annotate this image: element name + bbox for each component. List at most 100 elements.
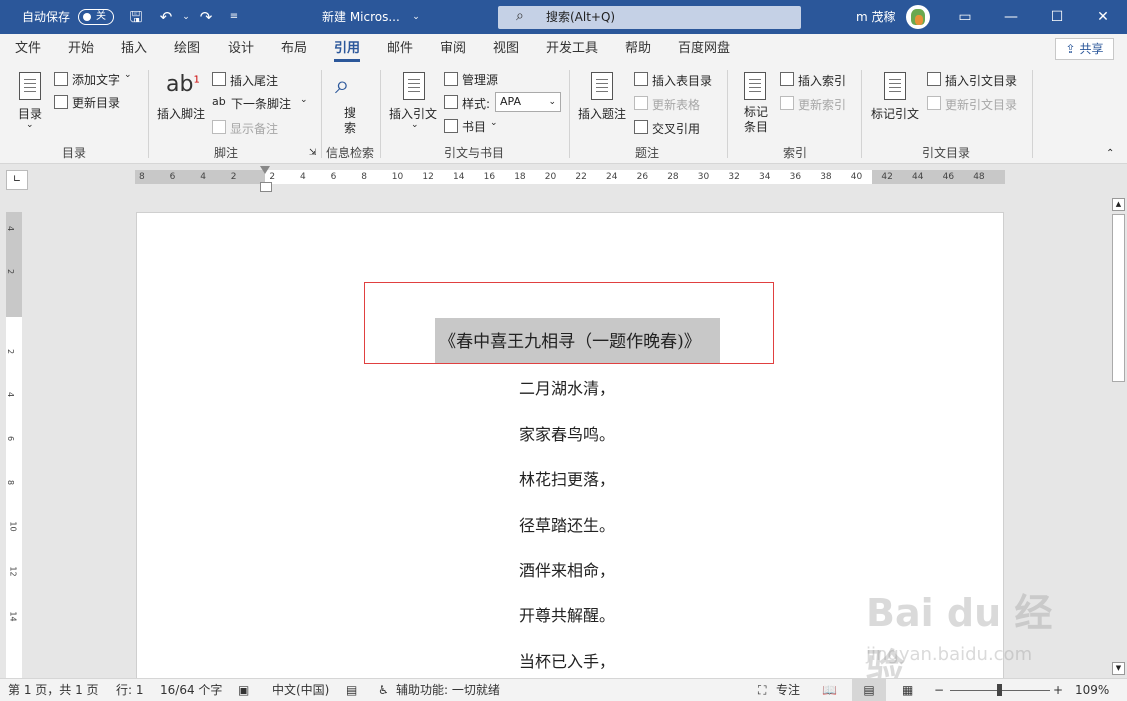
ruler-tick: 4 — [6, 391, 16, 398]
bibliography-button[interactable]: 书目 — [462, 118, 486, 135]
mark-citation-button[interactable]: 标记引文 — [871, 105, 919, 122]
scroll-thumb[interactable] — [1112, 214, 1125, 382]
insert-citation-dropdown-icon[interactable]: ⌄ — [411, 120, 419, 130]
manage-sources-button[interactable]: 管理源 — [462, 71, 498, 88]
insert-table-of-figures-button[interactable]: 插入表目录 — [652, 72, 712, 89]
ribbon-display-icon[interactable]: ▭ — [942, 0, 988, 34]
tab-design[interactable]: 设计 — [228, 34, 254, 64]
show-notes-button[interactable]: 显示备注 — [230, 120, 278, 137]
style-label: 样式: — [462, 97, 491, 111]
update-index-icon — [780, 96, 794, 110]
smart-search-button[interactable]: 搜 索 — [344, 106, 356, 136]
poem-line[interactable]: 二月湖水清， — [519, 375, 615, 399]
insert-caption-button[interactable]: 插入题注 — [578, 105, 626, 122]
redo-icon[interactable]: ↷ — [196, 8, 216, 26]
update-toa-button[interactable]: 更新引文目录 — [945, 96, 1017, 113]
footnote-icon: ab1 — [166, 72, 200, 97]
tab-view[interactable]: 视图 — [493, 34, 519, 64]
add-text-dropdown-icon[interactable]: ⌄ — [124, 70, 132, 80]
tab-baidu-netdisk[interactable]: 百度网盘 — [678, 34, 730, 64]
autosave-toggle[interactable]: 关 — [78, 9, 114, 25]
tab-layout[interactable]: 布局 — [281, 34, 307, 64]
tab-file[interactable]: 文件 — [15, 34, 41, 64]
search-box[interactable]: ⌕ 搜索(Alt+Q) — [498, 6, 801, 29]
group-captions-label: 题注 — [635, 146, 660, 160]
poem-line[interactable]: 当杯已入手， — [519, 648, 615, 672]
share-button[interactable]: ⇪ 共享 — [1055, 38, 1114, 60]
vertical-ruler[interactable]: 4 2 2 4 6 8 10 12 14 — [6, 212, 22, 678]
poem-title[interactable]: 《春中喜王九相寻（一题作晚春)》 — [365, 327, 775, 352]
insert-footnote-button[interactable]: 插入脚注 — [157, 105, 205, 122]
group-citations-label: 引文与书目 — [444, 146, 505, 160]
indent-marker[interactable] — [260, 166, 272, 192]
line-number[interactable]: 行: 1 — [116, 679, 144, 701]
web-layout-icon[interactable]: ▦ — [902, 679, 913, 701]
zoom-level[interactable]: 109% — [1075, 679, 1109, 701]
macro-icon[interactable]: ▤ — [346, 679, 357, 701]
maximize-icon[interactable]: ☐ — [1034, 0, 1080, 34]
title-dropdown-icon[interactable]: ⌄ — [406, 8, 426, 26]
insert-endnote-button[interactable]: 插入尾注 — [230, 72, 278, 89]
poem-line[interactable]: 酒伴来相命， — [519, 557, 615, 581]
poem-line[interactable]: 林花扫更落， — [519, 466, 615, 490]
scroll-up-icon[interactable]: ▲ — [1112, 198, 1125, 211]
scroll-down-icon[interactable]: ▼ — [1112, 662, 1125, 675]
next-footnote-dropdown-icon[interactable]: ⌄ — [300, 95, 308, 105]
update-index-button[interactable]: 更新索引 — [798, 96, 846, 113]
cross-reference-button[interactable]: 交叉引用 — [652, 120, 700, 137]
insert-toa-button[interactable]: 插入引文目录 — [945, 72, 1017, 89]
tab-insert[interactable]: 插入 — [121, 34, 147, 64]
proofing-icon[interactable]: ▣ — [238, 679, 249, 701]
minimize-icon[interactable]: — — [988, 0, 1034, 34]
undo-icon[interactable]: ↶ — [156, 8, 176, 26]
close-icon[interactable]: ✕ — [1080, 0, 1126, 34]
tab-draw[interactable]: 绘图 — [174, 34, 200, 64]
word-count[interactable]: 16/64 个字 — [160, 679, 222, 701]
save-icon[interactable]: 🖫 — [126, 8, 146, 26]
group-separator — [380, 70, 381, 158]
add-text-button[interactable]: 添加文字 — [72, 71, 120, 88]
tab-references[interactable]: 引用 — [334, 34, 361, 64]
page-count[interactable]: 第 1 页，共 1 页 — [8, 679, 99, 701]
user-name[interactable]: m 茂稼 — [856, 0, 896, 34]
poem-line[interactable]: 家家春鸟鸣。 — [519, 421, 615, 445]
insert-index-button[interactable]: 插入索引 — [798, 72, 846, 89]
citation-style-value: APA — [500, 95, 521, 108]
ruler-tick: 10 — [391, 172, 404, 182]
customize-qat-icon[interactable]: ≡ — [224, 8, 244, 26]
tab-review[interactable]: 审阅 — [440, 34, 466, 64]
citation-style-select[interactable]: APA ⌄ — [495, 92, 561, 112]
accessibility-status[interactable]: 辅助功能: 一切就绪 — [396, 679, 500, 701]
vertical-scrollbar[interactable]: ▲ ▼ — [1110, 196, 1127, 678]
tab-developer[interactable]: 开发工具 — [546, 34, 598, 64]
undo-dropdown-icon[interactable]: ⌄ — [176, 8, 196, 26]
avatar[interactable] — [906, 5, 930, 29]
print-layout-icon[interactable]: ▤ — [852, 679, 886, 701]
toc-dropdown-icon[interactable]: ⌄ — [26, 120, 34, 130]
collapse-ribbon-icon[interactable]: ⌃ — [1106, 148, 1114, 159]
document-title[interactable]: 新建 Micros... — [322, 0, 400, 34]
ruler-tick: 4 — [6, 225, 16, 232]
bibliography-dropdown-icon[interactable]: ⌄ — [490, 118, 498, 128]
zoom-out-icon[interactable]: − — [934, 679, 944, 701]
update-toc-button[interactable]: 更新目录 — [72, 94, 120, 111]
zoom-slider-thumb[interactable] — [997, 684, 1002, 696]
mark-entry-button[interactable]: 标记 条目 — [744, 105, 768, 135]
ruler-tick: 24 — [606, 172, 618, 182]
zoom-in-icon[interactable]: + — [1053, 679, 1063, 701]
poem-line[interactable]: 径草踏还生。 — [519, 512, 615, 536]
ruler-tick: 46 — [942, 172, 955, 182]
tab-home[interactable]: 开始 — [68, 34, 94, 64]
tab-mailings[interactable]: 邮件 — [387, 34, 413, 64]
language[interactable]: 中文(中国) — [272, 679, 329, 701]
ruler-tick: 42 — [881, 172, 893, 182]
tab-help[interactable]: 帮助 — [625, 34, 651, 64]
footnote-dialog-launcher-icon[interactable]: ⇲ — [309, 148, 317, 158]
ruler-tick: 8 — [6, 479, 16, 486]
focus-button[interactable]: 专注 — [776, 679, 800, 701]
tab-selector[interactable]: ∟ — [6, 170, 28, 190]
read-mode-icon[interactable]: 📖 — [822, 679, 837, 701]
update-table-button[interactable]: 更新表格 — [652, 96, 700, 113]
next-footnote-button[interactable]: 下一条脚注 — [231, 95, 291, 112]
poem-line[interactable]: 开尊共解醒。 — [519, 602, 615, 626]
